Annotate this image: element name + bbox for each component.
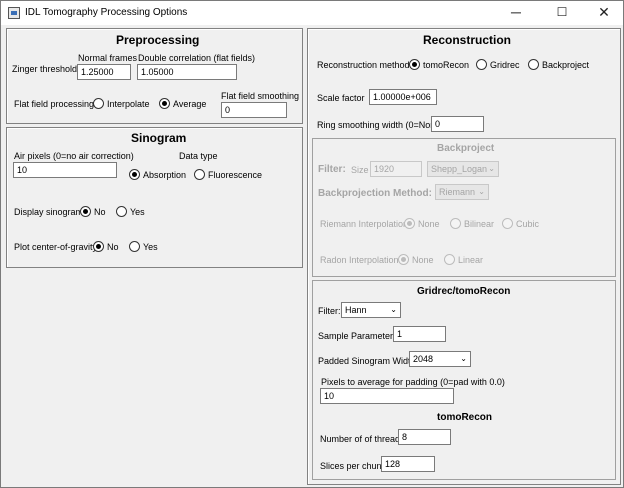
recon-method-label: Reconstruction method: — [317, 60, 413, 70]
display-yes-radio[interactable] — [116, 206, 127, 217]
radon-interp-label: Radon Interpolation — [320, 255, 399, 265]
display-sinogram-label: Display sinogram — [14, 207, 84, 217]
close-button[interactable]: ✕ — [583, 1, 624, 25]
threads-input[interactable]: 8 — [398, 429, 451, 445]
cubic-radio[interactable] — [502, 218, 513, 229]
air-pixels-input[interactable]: 10 — [13, 162, 117, 178]
double-correlation-input[interactable]: 1.05000 — [137, 64, 237, 80]
plot-yes-radio[interactable] — [129, 241, 140, 252]
grid-filter-dropdown[interactable]: Hann ⌄ — [341, 302, 401, 318]
gridrec-group: Gridrec/tomoRecon Filter: Hann ⌄ Sample P… — [312, 280, 616, 480]
app-icon — [8, 7, 20, 19]
grid-filter-label: Filter: — [318, 306, 341, 316]
bp-method-label: Backprojection Method: — [318, 188, 432, 199]
radon-none-radio[interactable] — [398, 254, 409, 265]
flat-smoothing-label: Flat field smoothing — [221, 91, 300, 101]
average-radio[interactable] — [159, 98, 170, 109]
bilinear-label: Bilinear — [464, 219, 495, 229]
interpolate-radio[interactable] — [93, 98, 104, 109]
absorption-radio[interactable] — [129, 169, 140, 180]
sinogram-panel: Sinogram Air pixels (0=no air correction… — [6, 127, 303, 268]
fluorescence-label: Fluorescence — [208, 170, 263, 180]
absorption-label: Absorption — [143, 170, 187, 180]
radon-none-label: None — [412, 255, 434, 265]
double-correlation-label: Double correlation (flat fields) — [138, 53, 256, 63]
bp-filter-dropdown[interactable]: Shepp_Logan ⌄ — [427, 161, 499, 177]
plot-no-label: No — [107, 242, 119, 252]
gridrec-label: Gridrec — [490, 60, 520, 70]
fluorescence-radio[interactable] — [194, 169, 205, 180]
data-type-label: Data type — [179, 151, 218, 161]
pixels-average-label: Pixels to average for padding (0=pad wit… — [321, 377, 505, 387]
scale-factor-input[interactable]: 1.00000e+006 — [369, 89, 437, 105]
flat-smoothing-input[interactable]: 0 — [221, 102, 287, 118]
sinogram-title: Sinogram — [131, 131, 187, 145]
chevron-down-icon: ⌄ — [390, 305, 397, 314]
cubic-label: Cubic — [516, 219, 540, 229]
window-title: IDL Tomography Processing Options — [25, 7, 188, 18]
bp-size-input[interactable]: 1920 — [370, 161, 422, 177]
chevron-down-icon: ⌄ — [488, 164, 495, 173]
tomorecon-label: tomoRecon — [423, 60, 470, 70]
linear-label: Linear — [458, 255, 484, 265]
threads-label: Number of of threads — [320, 434, 405, 444]
backproject-radio[interactable] — [528, 59, 539, 70]
bp-filter-value: Shepp_Logan — [431, 164, 488, 174]
plot-cog-label: Plot center-of-gravity — [14, 242, 98, 252]
sample-param-label: Sample Parameter: — [318, 331, 396, 341]
backproject-group: Backproject Filter: Size 1920 Shepp_Loga… — [312, 138, 616, 277]
gridrec-radio[interactable] — [476, 59, 487, 70]
bilinear-radio[interactable] — [450, 218, 461, 229]
preprocessing-title: Preprocessing — [116, 33, 200, 47]
dialog-window: IDL Tomography Processing Options ─ ☐ ✕ … — [0, 0, 624, 488]
ring-width-label: Ring smoothing width (0=None) — [317, 120, 444, 130]
pixels-average-input[interactable]: 10 — [320, 388, 454, 404]
riemann-none-radio[interactable] — [404, 218, 415, 229]
bp-method-value: Riemann — [439, 187, 476, 197]
minimize-button[interactable]: ─ — [495, 1, 537, 25]
bp-size-label: Size — [351, 165, 369, 175]
slices-input[interactable]: 128 — [381, 456, 435, 472]
gridrec-title: Gridrec/tomoRecon — [417, 286, 511, 297]
tomorecon-radio[interactable] — [409, 59, 420, 70]
average-label: Average — [173, 99, 207, 109]
air-pixels-label: Air pixels (0=no air correction) — [14, 151, 134, 161]
tomorecon-title: tomoRecon — [437, 412, 492, 423]
linear-radio[interactable] — [444, 254, 455, 265]
preprocessing-panel: Preprocessing Zinger thresholds Normal f… — [6, 28, 303, 124]
normal-frames-label: Normal frames — [78, 53, 138, 63]
display-no-label: No — [94, 207, 106, 217]
interpolate-label: Interpolate — [107, 99, 150, 109]
chevron-down-icon: ⌄ — [478, 187, 485, 196]
bp-method-dropdown[interactable]: Riemann ⌄ — [435, 184, 489, 200]
normal-frames-input[interactable]: 1.25000 — [77, 64, 131, 80]
padded-width-dropdown[interactable]: 2048 ⌄ — [409, 351, 471, 367]
ring-width-input[interactable]: 0 — [431, 116, 484, 132]
padded-width-value: 2048 — [413, 354, 434, 364]
reconstruction-title: Reconstruction — [423, 33, 512, 47]
display-no-radio[interactable] — [80, 206, 91, 217]
scale-factor-label: Scale factor — [317, 93, 365, 103]
backproject-label: Backproject — [542, 60, 590, 70]
zinger-label: Zinger thresholds — [12, 64, 82, 74]
flat-field-label: Flat field processing: — [14, 99, 97, 109]
chevron-down-icon: ⌄ — [460, 354, 467, 363]
plot-no-radio[interactable] — [93, 241, 104, 252]
grid-filter-value: Hann — [345, 305, 367, 315]
maximize-button[interactable]: ☐ — [541, 1, 583, 25]
bp-filter-label: Filter: — [318, 164, 346, 175]
riemann-none-label: None — [418, 219, 440, 229]
slices-label: Slices per chunk — [320, 461, 387, 471]
reconstruction-panel: Reconstruction Reconstruction method: to… — [307, 28, 621, 485]
title-bar: IDL Tomography Processing Options ─ ☐ ✕ — [1, 1, 623, 25]
riemann-interp-label: Riemann Interpolation — [320, 219, 409, 229]
display-yes-label: Yes — [130, 207, 145, 217]
sample-param-input[interactable]: 1 — [393, 326, 446, 342]
padded-width-label: Padded Sinogram Width: — [318, 356, 419, 366]
backproject-title: Backproject — [437, 143, 495, 154]
plot-yes-label: Yes — [143, 242, 158, 252]
